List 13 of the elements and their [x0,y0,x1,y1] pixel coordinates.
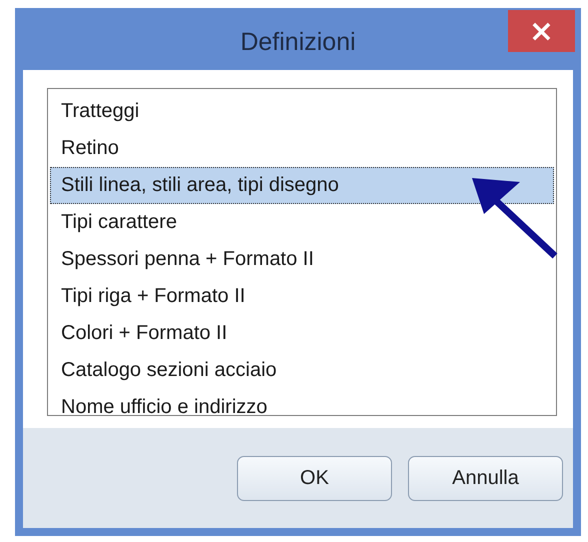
list-item[interactable]: Catalogo sezioni acciaio [50,352,554,389]
list-item[interactable]: Tratteggi [50,93,554,130]
dialog-button[interactable]: OK [237,456,392,500]
list-item[interactable]: Retino [50,130,554,167]
list-item[interactable]: Tipi riga + Formato II [50,278,554,315]
list-item[interactable]: Stili linea, stili area, tipi disegno [50,167,554,204]
list-item[interactable]: Colori + Formato II [50,315,554,352]
list-item[interactable]: Spessori penna + Formato II [50,241,554,278]
close-button[interactable]: × [508,10,575,52]
window-title: Definizioni [240,28,356,56]
dialog-button[interactable]: Annulla [408,456,563,500]
list-item[interactable]: Nome ufficio e indirizzo [50,389,554,426]
list-item[interactable]: Tipi carattere [50,204,554,241]
